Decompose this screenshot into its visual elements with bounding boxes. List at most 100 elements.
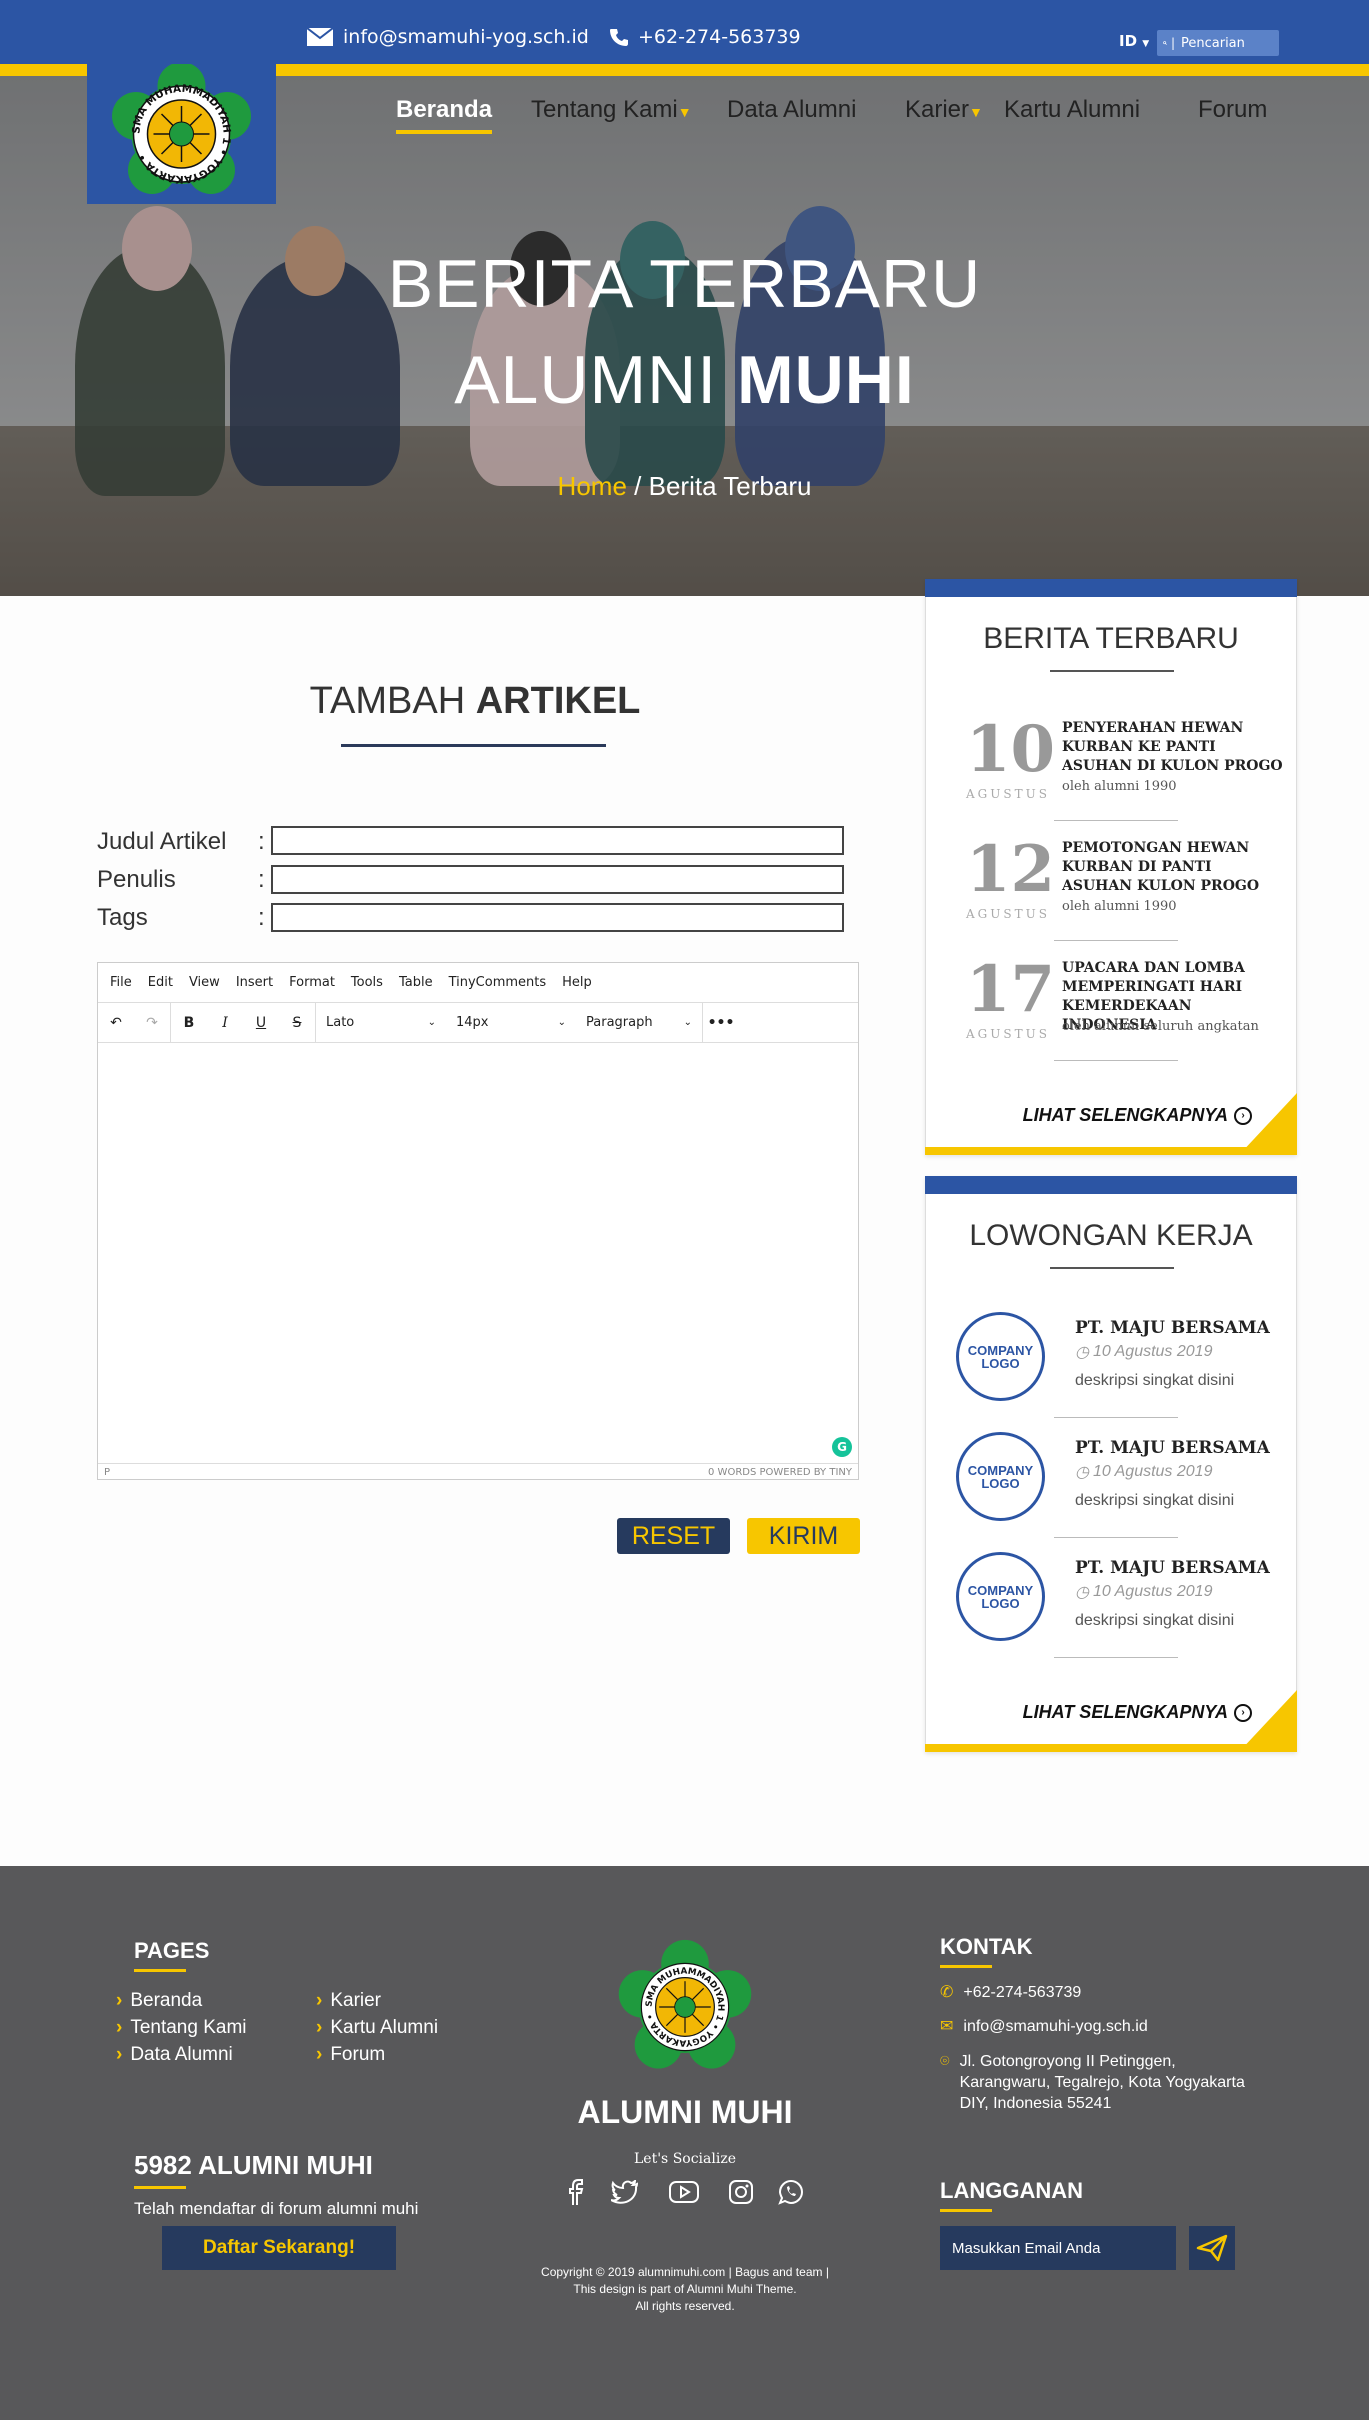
news-title[interactable]: PEMOTONGAN HEWAN KURBAN DI PANTI ASUHAN … (1062, 839, 1284, 896)
font-family-select[interactable]: Lato ⌄ (316, 1003, 446, 1043)
language-selector[interactable]: ID ▼ (1119, 32, 1149, 50)
youtube-icon[interactable] (668, 2178, 700, 2206)
school-emblem-icon: SMA MUHAMMADIYAH 1 • YOGYAKARTA • (112, 62, 251, 194)
chevron-down-icon: ⌄ (557, 1017, 566, 1028)
nav-tentang-kami[interactable]: Tentang Kami▼ (531, 96, 692, 124)
job-item[interactable]: COMPANY LOGO PT. MAJU BERSAMA ◷ 10 Agustu… (956, 1312, 1286, 1412)
menu-help[interactable]: Help (562, 975, 592, 990)
menu-table[interactable]: Table (399, 975, 433, 990)
chevron-right-icon: › (116, 1990, 123, 2011)
footer-link-kartu-alumni[interactable]: › Kartu Alumni (316, 2017, 438, 2039)
submit-button[interactable]: KIRIM (747, 1518, 860, 1554)
company-logo: COMPANY LOGO (956, 1312, 1045, 1401)
job-date: ◷ 10 Agustus 2019 (1075, 1582, 1212, 1602)
news-day: 17 (966, 952, 1056, 1027)
job-date: ◷ 10 Agustus 2019 (1075, 1342, 1212, 1362)
nav-forum[interactable]: Forum (1198, 96, 1267, 124)
subscribe-button[interactable] (1189, 2226, 1235, 2270)
job-company[interactable]: PT. MAJU BERSAMA (1075, 1318, 1270, 1338)
news-month: AGUSTUS (966, 1027, 1050, 1041)
chevron-right-icon: › (316, 1990, 323, 2011)
clock-icon: ◷ (1075, 1344, 1089, 1361)
nav-beranda-label: Beranda (396, 96, 493, 123)
footer-link-data-alumni[interactable]: › Data Alumni (116, 2044, 233, 2066)
caret-down-icon: ▼ (677, 104, 692, 120)
strikethrough-button[interactable]: S (279, 1003, 315, 1043)
search-input[interactable] (1179, 34, 1279, 52)
italic-button[interactable]: I (207, 1003, 243, 1043)
menu-insert[interactable]: Insert (236, 975, 273, 990)
job-item[interactable]: COMPANY LOGO PT. MAJU BERSAMA ◷ 10 Agustu… (956, 1552, 1286, 1652)
signup-button[interactable]: Daftar Sekarang! (162, 2226, 396, 2270)
redo-button[interactable]: ↷ (134, 1003, 170, 1043)
more-tools-button[interactable]: ••• (703, 1003, 739, 1043)
jobs-more-label: LIHAT SELENGKAPNYA (1022, 1702, 1228, 1722)
nav-forum-label: Forum (1198, 96, 1268, 123)
chevron-right-icon: › (316, 2017, 323, 2038)
subscribe-email-input[interactable] (940, 2226, 1176, 2270)
footer-contact-email[interactable]: ✉ info@smamuhi-yog.sch.id (940, 2016, 1148, 2037)
editor-menubar: File Edit View Insert Format Tools Table… (98, 963, 858, 1003)
font-size-select[interactable]: 14px ⌄ (446, 1003, 576, 1043)
menu-tinycomments[interactable]: TinyComments (449, 975, 547, 990)
top-bar: info@smamuhi-yog.sch.id +62-274-563739 I… (0, 0, 1369, 64)
block-format-select[interactable]: Paragraph ⌄ (576, 1003, 702, 1043)
footer-link-forum[interactable]: › Forum (316, 2044, 385, 2066)
breadcrumb-home[interactable]: Home (558, 471, 627, 501)
footer-link-tentang-kami[interactable]: › Tentang Kami (116, 2017, 247, 2039)
news-title[interactable]: PENYERAHAN HEWAN KURBAN KE PANTI ASUHAN … (1062, 719, 1284, 776)
menu-edit[interactable]: Edit (148, 975, 173, 990)
company-logo: COMPANY LOGO (956, 1432, 1045, 1521)
tags-colon: : (258, 904, 265, 931)
breadcrumb-separator: / (634, 471, 642, 501)
reset-button[interactable]: RESET (617, 1518, 730, 1554)
search-box[interactable]: | (1157, 30, 1279, 56)
footer-contact-phone[interactable]: ✆ +62-274-563739 (940, 1982, 1081, 2003)
menu-view[interactable]: View (189, 975, 220, 990)
underline-button[interactable]: U (243, 1003, 279, 1043)
news-author: oleh alumni seluruh angkatan (1062, 1019, 1259, 1034)
form-title-underline (341, 744, 606, 747)
whatsapp-icon[interactable] (777, 2178, 805, 2206)
instagram-icon[interactable] (727, 2178, 755, 2206)
penulis-input[interactable] (271, 865, 844, 894)
menu-format[interactable]: Format (289, 975, 335, 990)
footer-link-beranda[interactable]: › Beranda (116, 1990, 202, 2012)
school-logo[interactable]: SMA MUHAMMADIYAH 1 • YOGYAKARTA • (87, 62, 276, 204)
grammarly-icon[interactable]: G (832, 1437, 852, 1457)
twitter-icon[interactable] (611, 2178, 639, 2206)
job-item[interactable]: COMPANY LOGO PT. MAJU BERSAMA ◷ 10 Agustu… (956, 1432, 1286, 1532)
job-company[interactable]: PT. MAJU BERSAMA (1075, 1438, 1270, 1458)
language-label: ID (1119, 32, 1138, 50)
nav-data-alumni[interactable]: Data Alumni (727, 96, 856, 124)
nav-beranda[interactable]: Beranda (396, 96, 493, 134)
jobs-more-link[interactable]: LIHAT SELENGKAPNYA › (1023, 1702, 1252, 1723)
news-item[interactable]: 10 AGUSTUS PENYERAHAN HEWAN KURBAN KE PA… (966, 715, 1286, 825)
font-family-value: Lato (326, 1015, 355, 1030)
job-company[interactable]: PT. MAJU BERSAMA (1075, 1558, 1270, 1578)
news-item[interactable]: 12 AGUSTUS PEMOTONGAN HEWAN KURBAN DI PA… (966, 835, 1286, 945)
copyright: Copyright © 2019 alumnimuhi.com | Bagus … (470, 2264, 900, 2315)
bold-button[interactable]: B (171, 1003, 207, 1043)
news-more-link[interactable]: LIHAT SELENGKAPNYA › (1023, 1105, 1252, 1126)
nav-kartu-alumni[interactable]: Kartu Alumni (1004, 96, 1140, 124)
chevron-down-icon: ▼ (1142, 39, 1150, 49)
menu-tools[interactable]: Tools (351, 975, 383, 990)
menu-file[interactable]: File (110, 975, 132, 990)
judul-artikel-input[interactable] (271, 826, 844, 855)
redo-icon: ↷ (146, 1014, 158, 1031)
nav-data-alumni-label: Data Alumni (727, 96, 857, 123)
footer-link-karier[interactable]: › Karier (316, 1990, 381, 2012)
editor-content-area[interactable]: G (98, 1043, 858, 1463)
hero-title-line1: BERITA TERBARU (387, 246, 982, 322)
news-item[interactable]: 17 AGUSTUS UPACARA DAN LOMBA MEMPERINGAT… (966, 955, 1286, 1065)
topbar-phone[interactable]: +62-274-563739 (610, 26, 801, 48)
news-widget-corner (1239, 1093, 1297, 1155)
undo-button[interactable]: ↶ (98, 1003, 134, 1043)
facebook-icon[interactable] (561, 2178, 589, 2206)
topbar-email[interactable]: info@smamuhi-yog.sch.id (307, 26, 589, 48)
chevron-right-icon: › (316, 2044, 323, 2065)
job-separator (1054, 1417, 1178, 1418)
nav-karier[interactable]: Karier▼ (905, 96, 983, 124)
tags-input[interactable] (271, 903, 844, 932)
